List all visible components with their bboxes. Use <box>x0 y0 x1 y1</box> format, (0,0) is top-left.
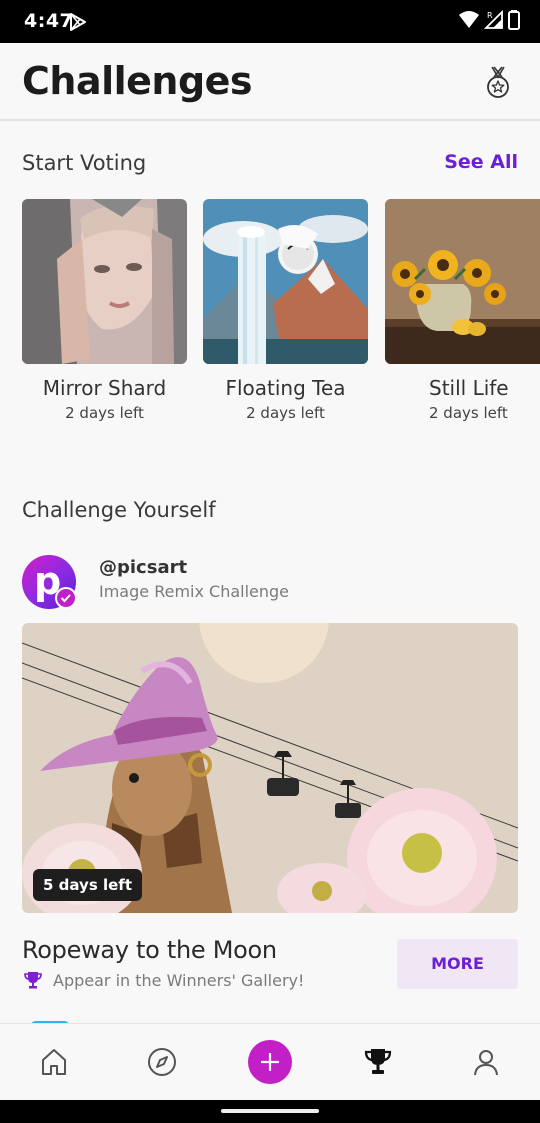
explore-icon <box>148 1048 176 1076</box>
voting-card-still-life[interactable]: Still Life 2 days left <box>385 199 540 422</box>
challenge-hero-image[interactable]: 5 days left <box>22 623 518 913</box>
voting-time-left: 2 days left <box>429 404 508 422</box>
voting-time-left: 2 days left <box>246 404 325 422</box>
days-left-badge: 5 days left <box>33 869 142 901</box>
profile-icon <box>474 1050 498 1076</box>
home-gesture-handle[interactable] <box>221 1109 319 1113</box>
network-indicator: R <box>487 11 493 20</box>
gesture-bar <box>0 1100 540 1123</box>
challenges-screen: Challenges Start Voting See All Mirror S… <box>0 43 540 1100</box>
see-all-link[interactable]: See All <box>444 151 518 173</box>
medal-icon[interactable] <box>484 65 512 99</box>
trophy-icon <box>24 972 42 989</box>
nav-challenges[interactable] <box>358 1042 398 1082</box>
nav-profile[interactable] <box>466 1042 506 1082</box>
voting-thumbnail[interactable] <box>22 199 187 364</box>
status-time: 4:47 <box>24 10 74 32</box>
voting-card-floating-tea[interactable]: Floating Tea 2 days left <box>203 199 368 422</box>
challenge-name[interactable]: Ropeway to the Moon <box>22 936 277 964</box>
floating-tea-image <box>203 199 368 364</box>
battery-icon <box>508 10 520 30</box>
nav-home[interactable] <box>34 1042 74 1082</box>
author-username[interactable]: @picsart <box>99 557 187 578</box>
nav-explore[interactable] <box>142 1042 182 1082</box>
challenge-type: Image Remix Challenge <box>99 582 290 601</box>
signal-icon: R <box>484 10 503 29</box>
voting-name: Mirror Shard <box>42 376 167 400</box>
voting-thumbnail[interactable] <box>203 199 368 364</box>
voting-card-mirror-shard[interactable]: Mirror Shard 2 days left <box>22 199 187 422</box>
avatar[interactable]: p <box>22 555 77 609</box>
app-header: Challenges <box>0 43 540 121</box>
play-store-icon <box>70 13 86 31</box>
voting-time-left: 2 days left <box>65 404 144 422</box>
challenge-yourself-title: Challenge Yourself <box>22 498 216 522</box>
voting-name: Still Life <box>429 376 509 400</box>
reward-text: Appear in the Winners' Gallery! <box>53 971 305 990</box>
verified-badge-icon <box>55 587 77 609</box>
plus-icon <box>261 1053 279 1071</box>
mirror-shard-image <box>22 199 187 364</box>
voting-thumbnail[interactable] <box>385 199 540 364</box>
create-button[interactable] <box>248 1040 292 1084</box>
wifi-icon <box>459 11 479 28</box>
page-title: Challenges <box>22 59 253 103</box>
more-button[interactable]: MORE <box>397 939 518 989</box>
still-life-image <box>385 199 540 364</box>
home-icon <box>42 1049 66 1075</box>
start-voting-title: Start Voting <box>22 151 147 175</box>
status-bar: 4:47 R <box>0 0 540 43</box>
trophy-icon <box>364 1049 392 1074</box>
voting-name: Floating Tea <box>225 376 346 400</box>
bottom-nav <box>0 1024 540 1100</box>
